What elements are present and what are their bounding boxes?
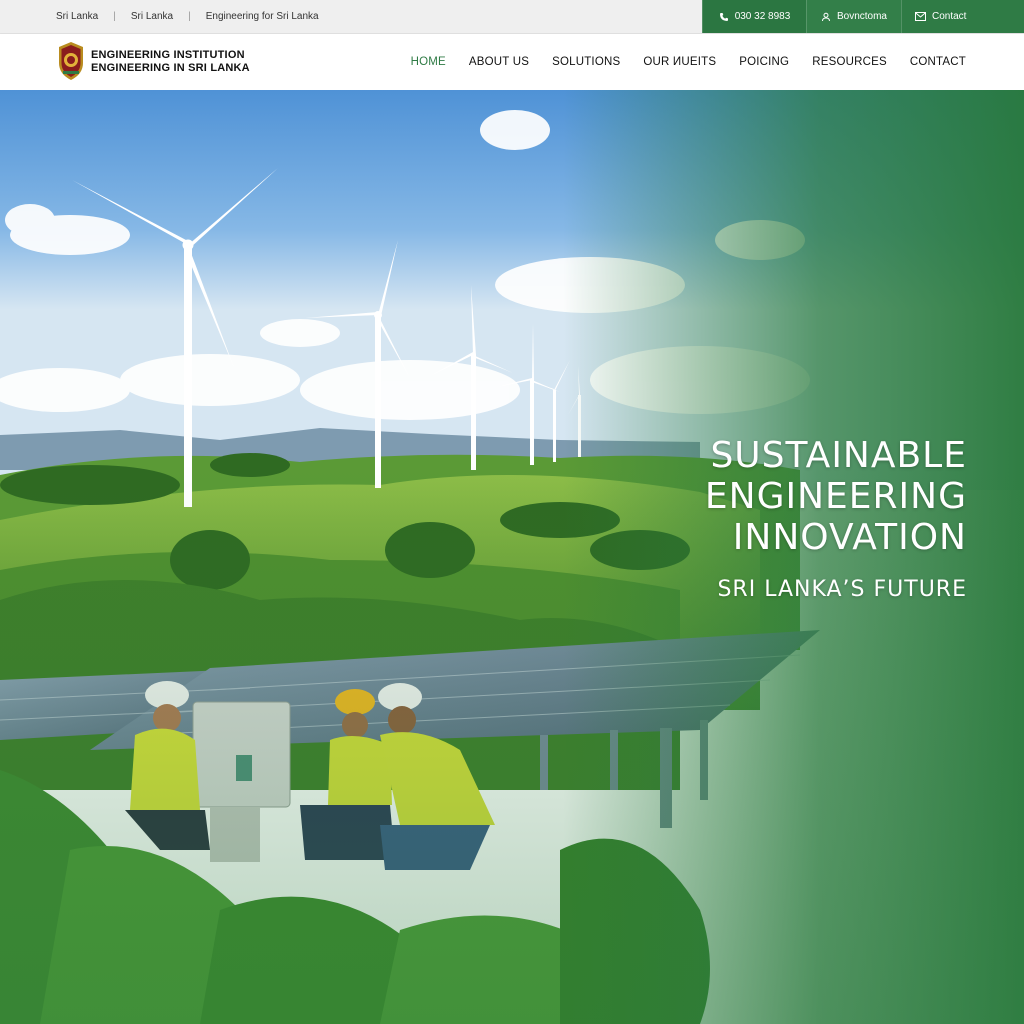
topbar-links: Sri Lanka | Sri Lanka | Engineering for … [56,0,319,33]
divider: | [188,11,191,22]
nav-contact[interactable]: CONTACT [910,56,966,68]
divider: | [113,11,116,22]
contact-top-button[interactable]: Contact [901,0,1024,33]
hero-title-line-2: ENGINEERING [704,476,967,517]
contact-top-label: Contact [932,11,967,22]
crest-emblem-icon[interactable] [56,41,86,81]
nav-pricing[interactable]: POICING [739,56,789,68]
hero-title-line-1: SUSTAINABLE [710,435,967,476]
topbar-link-3[interactable]: Engineering for Sri Lanka [206,11,319,22]
topbar-actions: 030 32 8983 Bovnctoma Contact [702,0,1024,33]
topbar-link-2[interactable]: Sri Lanka [131,11,173,22]
mail-icon [915,12,926,21]
hero-title: SUSTAINABLE ENGINEERING INNOVATION [705,435,967,558]
top-utility-bar: Sri Lanka | Sri Lanka | Engineering for … [0,0,1024,34]
nav-about-us[interactable]: ABOUT US [469,56,529,68]
nav-solutions[interactable]: SOLUTIONS [552,56,620,68]
topbar-link-1[interactable]: Sri Lanka [56,11,98,22]
hero-title-line-3: INNOVATION [732,517,967,558]
user-icon [821,12,830,21]
phone-icon [719,12,728,21]
phone-button[interactable]: 030 32 8983 [702,0,806,33]
hero-subtitle: SRI LANKA’S FUTURE [717,577,967,602]
nav-home[interactable]: HOME [411,56,446,68]
phone-number: 030 32 8983 [734,11,791,22]
account-label: Bovnctoma [836,11,887,22]
hero-banner: SUSTAINABLE ENGINEERING INNOVATION SRI L… [0,90,1024,1024]
org-line-2: ENGINEERING IN SRI LANKA [91,62,250,74]
organization-name: ENGINEERING INSTITUTION ENGINEERING IN S… [91,49,250,75]
main-nav: HOME ABOUT US SOLUTIONS OUR ИUEITS POICI… [388,34,966,90]
nav-resources[interactable]: RESOURCES [812,56,887,68]
account-button[interactable]: Bovnctoma [806,0,901,33]
site-header: ENGINEERING INSTITUTION ENGINEERING IN S… [0,34,1024,90]
nav-our-units[interactable]: OUR ИUEITS [643,56,716,68]
org-line-1: ENGINEERING INSTITUTION [91,49,245,61]
